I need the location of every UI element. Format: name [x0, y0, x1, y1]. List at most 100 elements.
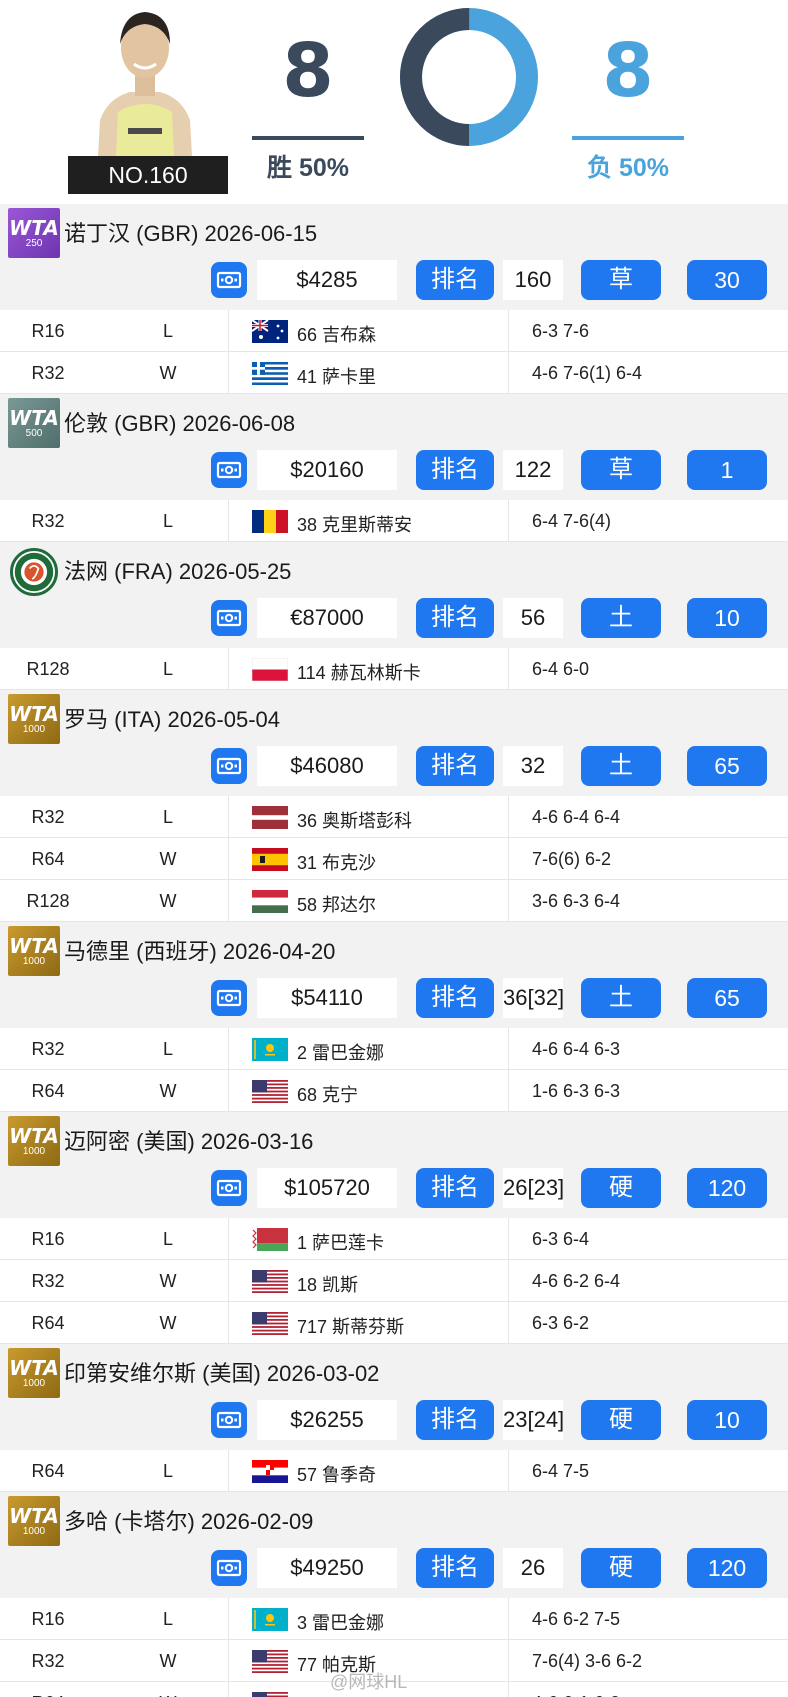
- opponent-name[interactable]: 3 雷巴金娜: [297, 1609, 384, 1635]
- opponent-name[interactable]: 68 克宁: [297, 1081, 358, 1107]
- hr-flag-icon: [252, 1460, 288, 1483]
- match-row[interactable]: R16 L 3 雷巴金娜 4-6 6-2 7-5: [0, 1598, 788, 1640]
- column-divider: [508, 880, 509, 922]
- rank-button[interactable]: 排名: [416, 1548, 494, 1588]
- match-row[interactable]: R32 W 18 凯斯 4-6 6-2 6-4: [0, 1260, 788, 1302]
- opponent-name[interactable]: 41 萨卡里: [297, 363, 376, 389]
- match-score: 4-6 6-1 6-2: [532, 1693, 620, 1697]
- match-row[interactable]: R64 W 717 斯蒂芬斯 6-3 6-2: [0, 1302, 788, 1344]
- prize-money-icon[interactable]: [211, 1402, 247, 1438]
- points-button[interactable]: 1: [687, 450, 767, 490]
- points-button[interactable]: 120: [687, 1168, 767, 1208]
- logo-text: WTA: [9, 216, 59, 240]
- prize-money-icon[interactable]: [211, 980, 247, 1016]
- column-divider: [228, 1598, 229, 1640]
- wta-500-logo: WTA 500: [8, 398, 60, 448]
- prize-money-icon[interactable]: [211, 1170, 247, 1206]
- prize-money: €87000: [257, 598, 397, 638]
- surface-button[interactable]: 土: [581, 978, 661, 1018]
- match-row[interactable]: R32 L 36 奥斯塔彭科 4-6 6-4 6-4: [0, 796, 788, 838]
- tournament-title[interactable]: 诺丁汉 (GBR) 2026-06-15: [64, 216, 317, 248]
- prize-money-icon[interactable]: [211, 748, 247, 784]
- watermark: @网球HL: [330, 1672, 408, 1692]
- opponent-name[interactable]: 114 赫瓦林斯卡: [297, 659, 421, 685]
- losses-count: 8: [602, 28, 654, 114]
- rank-value: 56: [503, 598, 563, 638]
- points-button[interactable]: 10: [687, 598, 767, 638]
- match-result: L: [162, 1039, 173, 1059]
- match-row[interactable]: R32 L 38 克里斯蒂安 6-4 7-6(4): [0, 500, 788, 542]
- match-row[interactable]: R64 L 57 鲁季奇 6-4 7-5: [0, 1450, 788, 1492]
- surface-button[interactable]: 草: [581, 260, 661, 300]
- column-divider: [508, 352, 509, 394]
- match-row[interactable]: R16 L 1 萨巴莲卡 6-3 6-4: [0, 1218, 788, 1260]
- column-divider: [228, 838, 229, 880]
- match-row[interactable]: R128 W 58 邦达尔 3-6 6-3 6-4: [0, 880, 788, 922]
- surface-button[interactable]: 草: [581, 450, 661, 490]
- rank-button[interactable]: 排名: [416, 450, 494, 490]
- points-button[interactable]: 65: [687, 746, 767, 786]
- prize-money-icon[interactable]: [211, 452, 247, 488]
- opponent-name[interactable]: 18 凯斯: [297, 1271, 358, 1297]
- prize-money-icon[interactable]: [211, 600, 247, 636]
- match-row[interactable]: R32 L 2 雷巴金娜 4-6 6-4 6-3: [0, 1028, 788, 1070]
- opponent-name[interactable]: 38 克里斯蒂安: [297, 511, 412, 537]
- wta-1000-logo: WTA 1000: [8, 694, 60, 744]
- tournament-title[interactable]: 多哈 (卡塔尔) 2026-02-09: [64, 1504, 313, 1536]
- match-result: W: [159, 363, 177, 383]
- match-row[interactable]: R16 L 66 吉布森 6-3 7-6: [0, 310, 788, 352]
- points-button[interactable]: 30: [687, 260, 767, 300]
- match-row[interactable]: R64 W 31 布克沙 7-6(6) 6-2: [0, 838, 788, 880]
- match-score: 6-3 7-6: [532, 321, 590, 341]
- opponent-name[interactable]: 2 雷巴金娜: [297, 1039, 384, 1065]
- opponent-name[interactable]: 1 萨巴莲卡: [297, 1229, 384, 1255]
- tournament-title[interactable]: 法网 (FRA) 2026-05-25: [64, 554, 291, 586]
- win-loss-donut: [400, 8, 538, 146]
- opponent-name[interactable]: 58 邦达尔: [297, 891, 376, 917]
- prize-money-icon[interactable]: [211, 1550, 247, 1586]
- match-score: 4-6 6-2 6-4: [532, 1271, 621, 1291]
- opponent-name[interactable]: 717 斯蒂芬斯: [297, 1313, 404, 1339]
- surface-button[interactable]: 硬: [581, 1400, 661, 1440]
- surface-button[interactable]: 硬: [581, 1168, 661, 1208]
- opponent-name[interactable]: 31 布克沙: [297, 849, 376, 875]
- match-row[interactable]: R32 W 41 萨卡里 4-6 7-6(1) 6-4: [0, 352, 788, 394]
- match-round: R16: [31, 1609, 65, 1629]
- column-divider: [508, 838, 509, 880]
- tournament-title[interactable]: 迈阿密 (美国) 2026-03-16: [64, 1124, 313, 1156]
- tournament-title[interactable]: 马德里 (西班牙) 2026-04-20: [64, 934, 335, 966]
- points-button[interactable]: 65: [687, 978, 767, 1018]
- us-flag-icon: [252, 1080, 288, 1103]
- surface-button[interactable]: 土: [581, 598, 661, 638]
- points-button[interactable]: 10: [687, 1400, 767, 1440]
- wta-1000-logo: WTA 1000: [8, 926, 60, 976]
- match-result: W: [159, 1271, 177, 1291]
- rank-button[interactable]: 排名: [416, 260, 494, 300]
- opponent-name[interactable]: 36 奥斯塔彭科: [297, 807, 412, 833]
- match-round: R32: [31, 1651, 65, 1671]
- column-divider: [228, 352, 229, 394]
- points-button[interactable]: 120: [687, 1548, 767, 1588]
- prize-money: $4285: [257, 260, 397, 300]
- match-row[interactable]: R128 L 114 赫瓦林斯卡 6-4 6-0: [0, 648, 788, 690]
- match-score: 6-3 6-4: [532, 1229, 590, 1249]
- rank-button[interactable]: 排名: [416, 1400, 494, 1440]
- opponent-name[interactable]: 66 吉布森: [297, 321, 376, 347]
- surface-button[interactable]: 土: [581, 746, 661, 786]
- match-round: R32: [31, 511, 65, 531]
- match-row[interactable]: R64 W 68 克宁 1-6 6-3 6-3: [0, 1070, 788, 1112]
- opponent-name[interactable]: 57 鲁季奇: [297, 1461, 376, 1487]
- logo-text: WTA: [9, 934, 59, 958]
- tournament-title[interactable]: 罗马 (ITA) 2026-05-04: [64, 702, 280, 734]
- rank-button[interactable]: 排名: [416, 598, 494, 638]
- column-divider: [508, 1302, 509, 1344]
- surface-button[interactable]: 硬: [581, 1548, 661, 1588]
- prize-money-icon[interactable]: [211, 262, 247, 298]
- tournament-title[interactable]: 伦敦 (GBR) 2026-06-08: [64, 406, 295, 438]
- tournament-title[interactable]: 印第安维尔斯 (美国) 2026-03-02: [64, 1356, 379, 1388]
- rank-button[interactable]: 排名: [416, 1168, 494, 1208]
- rank-button[interactable]: 排名: [416, 746, 494, 786]
- rank-button[interactable]: 排名: [416, 978, 494, 1018]
- au-flag-icon: [252, 320, 288, 343]
- roland-garros-logo: [10, 548, 58, 596]
